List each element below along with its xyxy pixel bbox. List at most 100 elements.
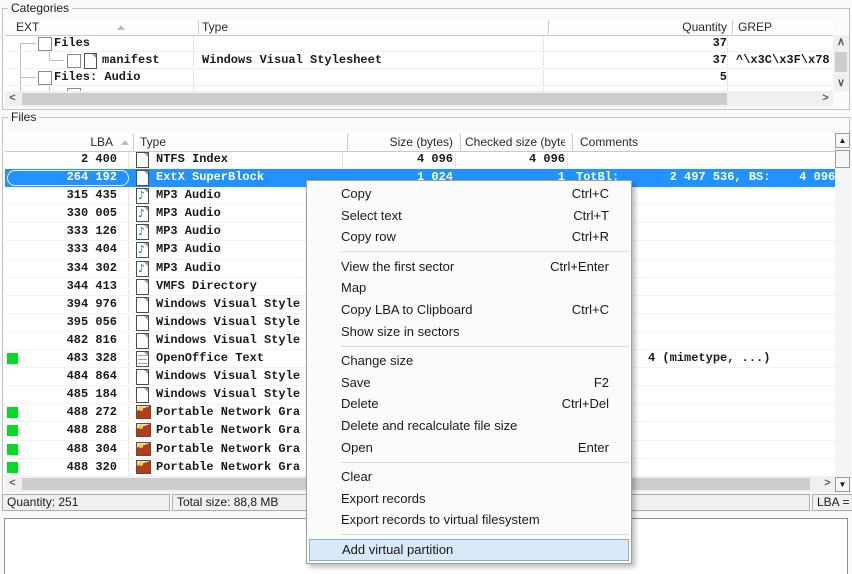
file-icon (136, 387, 149, 403)
file-lba: 315 435 (25, 187, 117, 204)
category-grep: ^\x3C\x3F\x78 (736, 53, 830, 67)
green-status-marker (7, 407, 18, 418)
menu-item-export-records[interactable]: Export records (307, 488, 631, 510)
menu-item-label: Select text (341, 208, 402, 223)
scroll-down-icon[interactable]: ∨ (833, 76, 849, 91)
categories-vertical-scrollbar[interactable]: ∧ ∨ (833, 35, 849, 91)
file-lba: 264 192 (25, 169, 117, 186)
menu-item-change-size[interactable]: Change size (307, 350, 631, 372)
tree-line (49, 60, 64, 61)
menu-item-label: View the first sector (341, 259, 454, 274)
checkbox[interactable] (67, 54, 81, 68)
files-header-type[interactable]: Type (140, 133, 320, 151)
file-lba: 394 976 (25, 296, 117, 313)
category-label: Files (54, 36, 90, 50)
menu-item-delete[interactable]: DeleteCtrl+Del (307, 393, 631, 415)
file-lba: 344 413 (25, 278, 117, 295)
menu-item-save[interactable]: SaveF2 (307, 372, 631, 394)
menu-item-delete-and-recalculate-file-size[interactable]: Delete and recalculate file size (307, 415, 631, 437)
menu-item-shortcut: Ctrl+C (572, 299, 609, 321)
file-type: NTFS Index (156, 151, 356, 168)
file-lba: 333 404 (25, 241, 117, 258)
scroll-up-icon[interactable]: ∧ (833, 35, 849, 50)
menu-item-show-size-in-sectors[interactable]: Show size in sectors (307, 321, 631, 343)
menu-item-label: Copy row (341, 229, 396, 244)
scroll-down-icon[interactable]: ▼ (835, 477, 850, 492)
scrollbar-thumb[interactable] (835, 52, 847, 72)
files-header-comments[interactable]: Comments (580, 133, 780, 151)
green-status-marker (7, 353, 18, 364)
menu-item-export-records-to-virtual-filesystem[interactable]: Export records to virtual filesystem (307, 509, 631, 531)
menu-item-copy-row[interactable]: Copy row Ctrl+R (307, 226, 631, 248)
files-header-lba[interactable]: LBA (25, 133, 113, 151)
menu-item-label: Clear (341, 469, 372, 484)
menu-item-label: Copy LBA to Clipboard (341, 302, 473, 317)
category-label: manifest (102, 53, 160, 67)
category-quantity: 37 (548, 36, 727, 50)
file-lba: 485 184 (25, 386, 117, 403)
file-lba: 488 288 (25, 422, 117, 439)
menu-item-open[interactable]: Open Enter (307, 437, 631, 459)
menu-item-shortcut: F2 (594, 372, 609, 394)
checkbox[interactable] (38, 71, 52, 85)
menu-item-map[interactable]: Map (307, 277, 631, 299)
scroll-right-icon[interactable]: > (818, 91, 833, 106)
menu-item-label: Delete (341, 396, 379, 411)
category-quantity: 5 (548, 70, 727, 84)
file-icon (136, 297, 149, 313)
file-icon (136, 279, 149, 295)
categories-header-type[interactable]: Type (202, 19, 402, 35)
file-row[interactable]: 2 400NTFS Index4 0964 096 (5, 151, 835, 169)
file-icon (136, 333, 149, 349)
files-vertical-scrollbar[interactable]: ▲ ▼ (835, 133, 851, 492)
menu-item-copy-lba-to-clipboard[interactable]: Copy LBA to Clipboard Ctrl+C (307, 299, 631, 321)
file-lba: 395 056 (25, 314, 117, 331)
menu-item-select-text[interactable]: Select textCtrl+T (307, 205, 631, 227)
scroll-up-icon[interactable]: ▲ (835, 133, 850, 148)
menu-separator (307, 248, 631, 256)
menu-item-shortcut: Ctrl+R (572, 226, 609, 248)
menu-item-shortcut: Ctrl+Enter (550, 256, 609, 278)
menu-item-shortcut: Ctrl+C (572, 183, 609, 205)
scrollbar-thumb[interactable] (835, 150, 850, 168)
checkbox[interactable] (38, 37, 52, 51)
tree-line (49, 52, 50, 60)
categories-header-ext[interactable]: EXT (16, 19, 106, 35)
tree-line (20, 77, 36, 78)
green-status-marker (7, 462, 18, 473)
png-icon (136, 460, 151, 474)
files-header-size[interactable]: Size (bytes) (352, 133, 453, 151)
categories-header-grep[interactable]: GREP (738, 19, 828, 35)
categories-header: EXT Type Quantity GREP (5, 19, 833, 36)
menu-item-view-the-first-sector[interactable]: View the first sector Ctrl+Enter (307, 256, 631, 278)
green-status-marker (7, 425, 18, 436)
categories-horizontal-scrollbar[interactable]: < > (5, 91, 833, 107)
menu-separator (307, 531, 631, 539)
scroll-right-icon[interactable]: > (820, 476, 835, 491)
category-row[interactable]: manifestWindows Visual Stylesheet37^\x3C… (5, 52, 833, 69)
file-icon (84, 53, 97, 69)
file-lba: 330 005 (25, 205, 117, 222)
menu-item-copy[interactable]: CopyCtrl+C (307, 183, 631, 205)
file-icon (136, 369, 149, 385)
menu-item-clear[interactable]: Clear (307, 466, 631, 488)
menu-separator (307, 458, 631, 466)
scroll-left-icon[interactable]: < (5, 91, 20, 106)
green-status-marker (7, 444, 18, 455)
status-lba: LBA = 5 (812, 494, 852, 511)
categories-group-label: Categories (8, 1, 72, 15)
scrollbar-thumb[interactable] (22, 93, 727, 105)
categories-header-quantity[interactable]: Quantity (548, 19, 727, 35)
scroll-left-icon[interactable]: < (5, 476, 20, 491)
file-lba: 482 816 (25, 332, 117, 349)
file-lba: 488 304 (25, 441, 117, 458)
files-header-checked-size[interactable]: Checked size (bytes) (465, 133, 565, 151)
menu-item-label: Open (341, 440, 373, 455)
category-row[interactable]: Files 37 (5, 35, 833, 52)
file-lba: 2 400 (25, 151, 117, 168)
menu-item-add-virtual-partition[interactable]: Add virtual partition (309, 539, 629, 561)
category-type: Windows Visual Stylesheet (202, 53, 382, 67)
menu-item-shortcut: Enter (578, 437, 609, 459)
category-row[interactable]: Files: Audio5 (5, 69, 833, 86)
file-lba: 484 864 (25, 368, 117, 385)
